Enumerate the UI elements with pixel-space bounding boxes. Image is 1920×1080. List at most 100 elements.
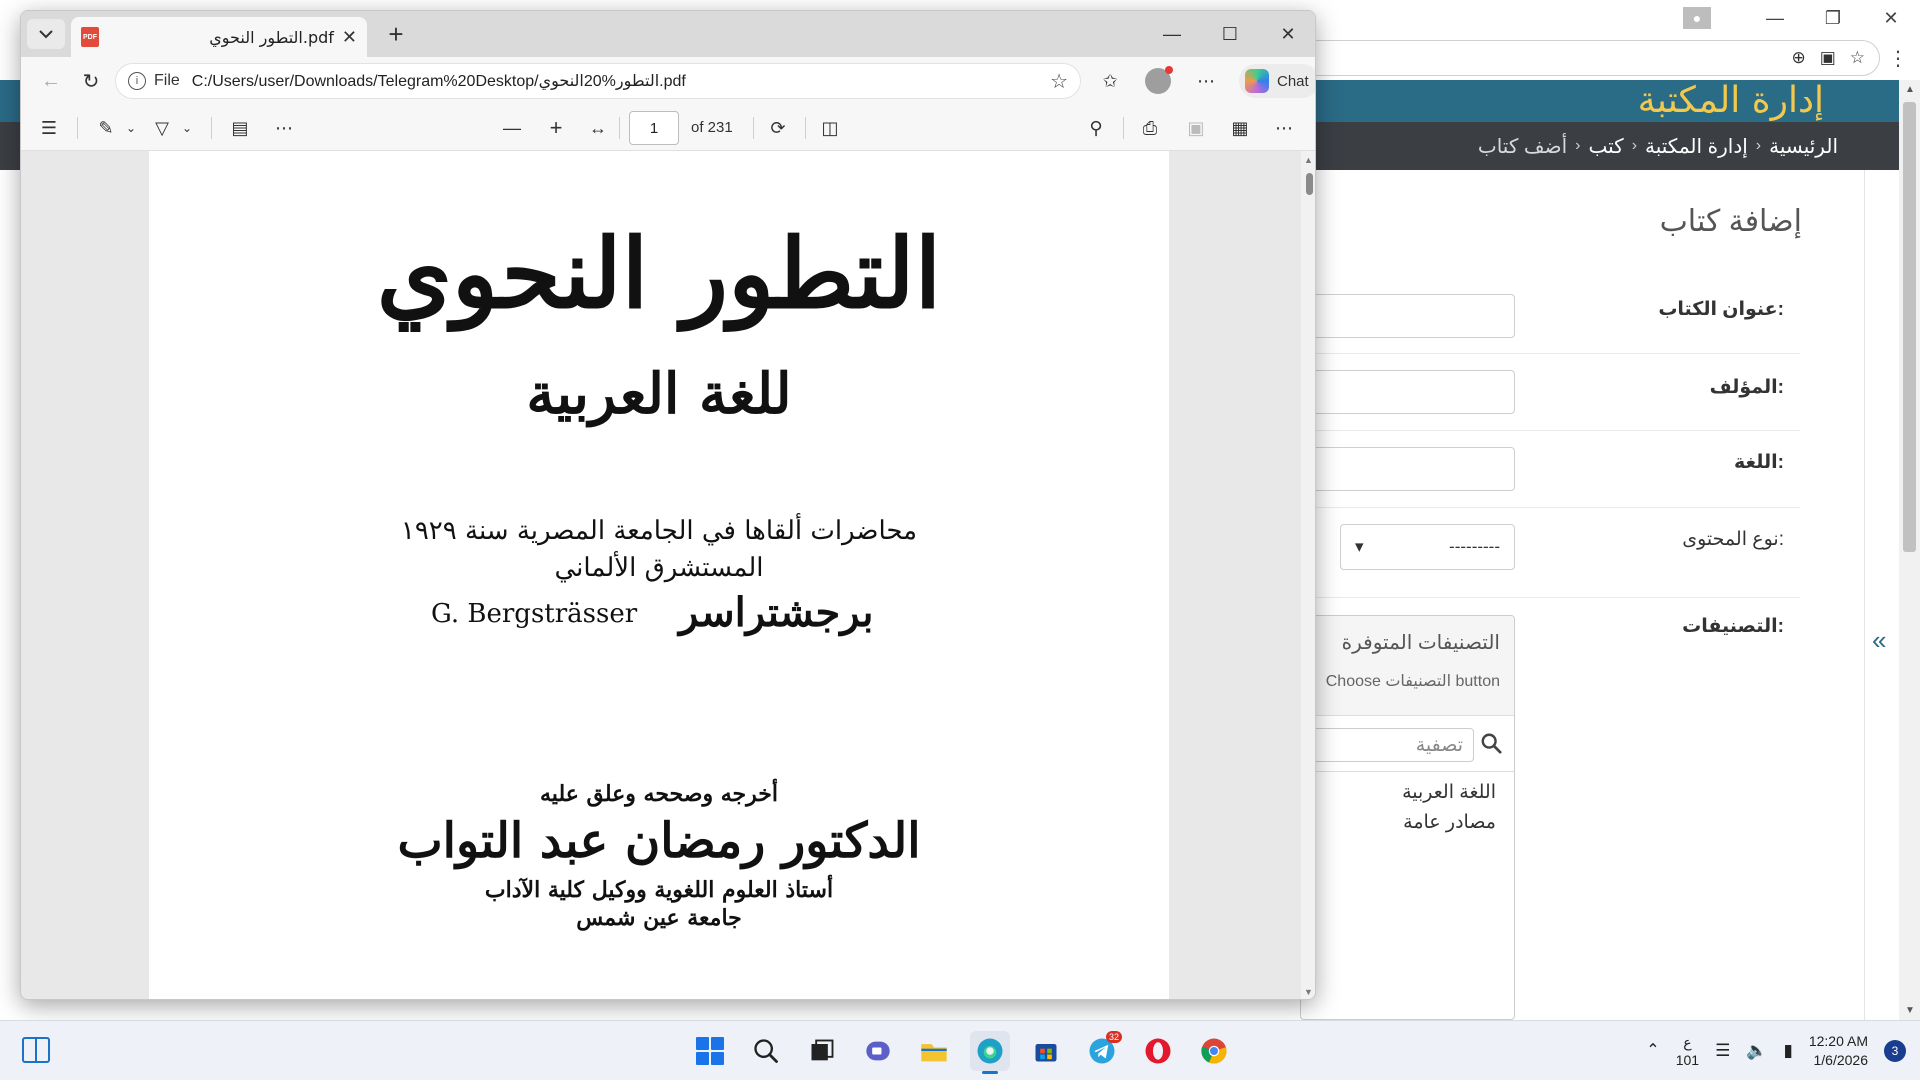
refresh-button[interactable]: ↻ xyxy=(75,65,107,97)
page-number-input[interactable]: 1 xyxy=(629,111,679,145)
store-icon xyxy=(1035,1044,1057,1062)
breadcrumb-current: أضف كتاب xyxy=(1477,135,1568,158)
new-tab-button[interactable]: + xyxy=(381,19,411,49)
option-item[interactable]: اللغة العربية xyxy=(1301,778,1496,808)
meet-button[interactable] xyxy=(858,1031,898,1071)
text-icon[interactable]: ▤ xyxy=(225,113,255,143)
settings-more-icon[interactable]: ⋯ xyxy=(1191,66,1221,96)
bg-close-button[interactable]: ✕ xyxy=(1862,0,1920,36)
collapse-sidebar-icon[interactable]: « xyxy=(1872,625,1886,656)
scroll-up-icon[interactable]: ▲ xyxy=(1905,84,1915,95)
opera-button[interactable] xyxy=(1138,1031,1178,1071)
edited-by-line: أخرجه وصححه وعلق عليه xyxy=(540,781,778,807)
author-label: المؤلف: xyxy=(1709,377,1784,398)
close-icon[interactable]: ✕ xyxy=(342,27,357,48)
chevron-down-icon[interactable]: ⌄ xyxy=(123,113,139,143)
widgets-icon[interactable] xyxy=(22,1037,50,1063)
volume-muted-icon[interactable]: 🔈 xyxy=(1746,1042,1767,1060)
more-options-icon[interactable]: ⋯ xyxy=(1269,113,1299,143)
scroll-down-icon[interactable]: ▼ xyxy=(1905,1005,1915,1016)
profile-button[interactable] xyxy=(1143,66,1173,96)
back-button[interactable]: ← xyxy=(35,65,67,97)
bg-address-bar[interactable]: ⊕ ▣ ☆ xyxy=(1300,40,1880,76)
clock[interactable]: 12:20 AM 1/6/2026 xyxy=(1809,1032,1868,1070)
field-row-title: عنوان الكتاب: xyxy=(1300,284,1800,354)
selector-filter: تصفية xyxy=(1301,716,1514,772)
zoom-in-icon[interactable]: + xyxy=(541,113,571,143)
favorite-star-icon[interactable]: ☆ xyxy=(1050,69,1068,94)
contents-icon[interactable]: ☰ xyxy=(35,113,63,143)
input-lang-number: 101 xyxy=(1675,1052,1700,1068)
draw-icon[interactable]: ▽ xyxy=(147,113,177,143)
rotate-icon[interactable]: ⟳ xyxy=(763,113,793,143)
categories-label: التصنيفات: xyxy=(1682,616,1784,637)
tab-actions-button[interactable] xyxy=(27,19,65,49)
content-type-label: نوع المحتوى: xyxy=(1682,529,1784,550)
translate-icon[interactable]: ▣ xyxy=(1820,48,1836,68)
notification-badge[interactable]: 3 xyxy=(1884,1040,1906,1062)
breadcrumb-home[interactable]: الرئيسية xyxy=(1769,134,1838,159)
content-divider xyxy=(1864,170,1865,1020)
save-as-icon[interactable]: ▦ xyxy=(1225,113,1255,143)
scroll-thumb[interactable] xyxy=(1306,173,1313,195)
star-icon[interactable]: ☆ xyxy=(1850,48,1865,68)
input-language[interactable]: ع 101 xyxy=(1676,1033,1699,1069)
chevron-down-icon[interactable]: ⌄ xyxy=(179,113,195,143)
pdf-viewport[interactable]: التطور النحوي للغة العربية محاضرات ألقاه… xyxy=(21,151,1315,999)
copilot-icon xyxy=(1245,69,1269,93)
battery-icon[interactable]: ▮ xyxy=(1783,1042,1792,1060)
toolbar-divider xyxy=(619,117,620,139)
info-icon[interactable]: i xyxy=(128,72,146,90)
tab-pdf[interactable]: PDF التطور النحوي.pdf ✕ xyxy=(71,17,367,57)
breadcrumb-app[interactable]: إدارة المكتبة xyxy=(1645,134,1748,159)
option-item[interactable]: مصادر عامة xyxy=(1301,808,1496,838)
start-button[interactable] xyxy=(690,1031,730,1071)
scroll-down-icon[interactable]: ▼ xyxy=(1304,987,1313,997)
bg-restore-button[interactable]: ❐ xyxy=(1804,0,1862,36)
scroll-thumb[interactable] xyxy=(1903,102,1916,552)
copilot-chat-button[interactable]: Chat xyxy=(1239,64,1315,98)
language-field[interactable] xyxy=(1300,447,1515,491)
more-vert-icon[interactable]: ⋮ xyxy=(1888,46,1908,71)
author-field[interactable] xyxy=(1300,370,1515,414)
filter-input[interactable]: تصفية xyxy=(1301,728,1474,762)
chrome-button[interactable] xyxy=(1194,1031,1234,1071)
fit-page-icon[interactable]: ↔ xyxy=(583,113,613,143)
store-button[interactable] xyxy=(1026,1031,1066,1071)
search-icon[interactable]: ⚲ xyxy=(1081,113,1111,143)
maximize-button[interactable]: ☐ xyxy=(1201,11,1259,57)
breadcrumb-model[interactable]: كتب xyxy=(1588,134,1623,159)
zoom-icon[interactable]: ⊕ xyxy=(1791,48,1805,68)
save-icon[interactable]: ▣ xyxy=(1181,113,1211,143)
bg-scrollbar[interactable]: ▲ ▼ xyxy=(1899,80,1920,1020)
content-type-select[interactable]: ▾ --------- xyxy=(1340,524,1515,570)
print-icon[interactable]: ⎙ xyxy=(1135,113,1165,143)
lectures-line: محاضرات ألقاها في الجامعة المصرية سنة ١٩… xyxy=(400,516,918,546)
page-view-icon[interactable]: ◫ xyxy=(815,113,845,143)
task-view-button[interactable] xyxy=(802,1031,842,1071)
close-window-button[interactable]: ✕ xyxy=(1259,11,1315,57)
telegram-button[interactable]: 32 xyxy=(1082,1031,1122,1071)
page-title: إضافة كتاب xyxy=(1659,205,1802,238)
toolbar-divider xyxy=(753,117,754,139)
wifi-icon[interactable]: ☰ xyxy=(1715,1042,1730,1060)
content-type-value: --------- xyxy=(1449,537,1500,556)
more-tools-icon[interactable]: ⋯ xyxy=(269,113,299,143)
address-url[interactable]: C:/Users/user/Downloads/Telegram%20Deskt… xyxy=(192,71,1050,91)
chevron-up-icon[interactable]: ⌃ xyxy=(1646,1042,1659,1060)
admin-brand[interactable]: إدارة المكتبة xyxy=(1638,80,1824,122)
search-button[interactable] xyxy=(746,1031,786,1071)
address-bar[interactable]: i File C:/Users/user/Downloads/Telegram%… xyxy=(115,63,1081,99)
bg-minimize-button[interactable]: — xyxy=(1746,0,1804,36)
scroll-up-icon[interactable]: ▲ xyxy=(1304,155,1313,165)
telegram-badge: 32 xyxy=(1105,1031,1122,1043)
title-field[interactable] xyxy=(1300,294,1515,338)
zoom-out-icon[interactable]: — xyxy=(497,113,527,143)
file-explorer-button[interactable] xyxy=(914,1031,954,1071)
edge-button[interactable] xyxy=(970,1031,1010,1074)
pdf-scrollbar[interactable]: ▲ ▼ xyxy=(1301,151,1315,999)
minimize-button[interactable]: — xyxy=(1143,11,1201,57)
highlight-icon[interactable]: ✎ xyxy=(91,113,121,143)
bg-profile-button[interactable]: ● xyxy=(1682,0,1712,36)
favorites-icon[interactable]: ✩ xyxy=(1095,66,1125,96)
